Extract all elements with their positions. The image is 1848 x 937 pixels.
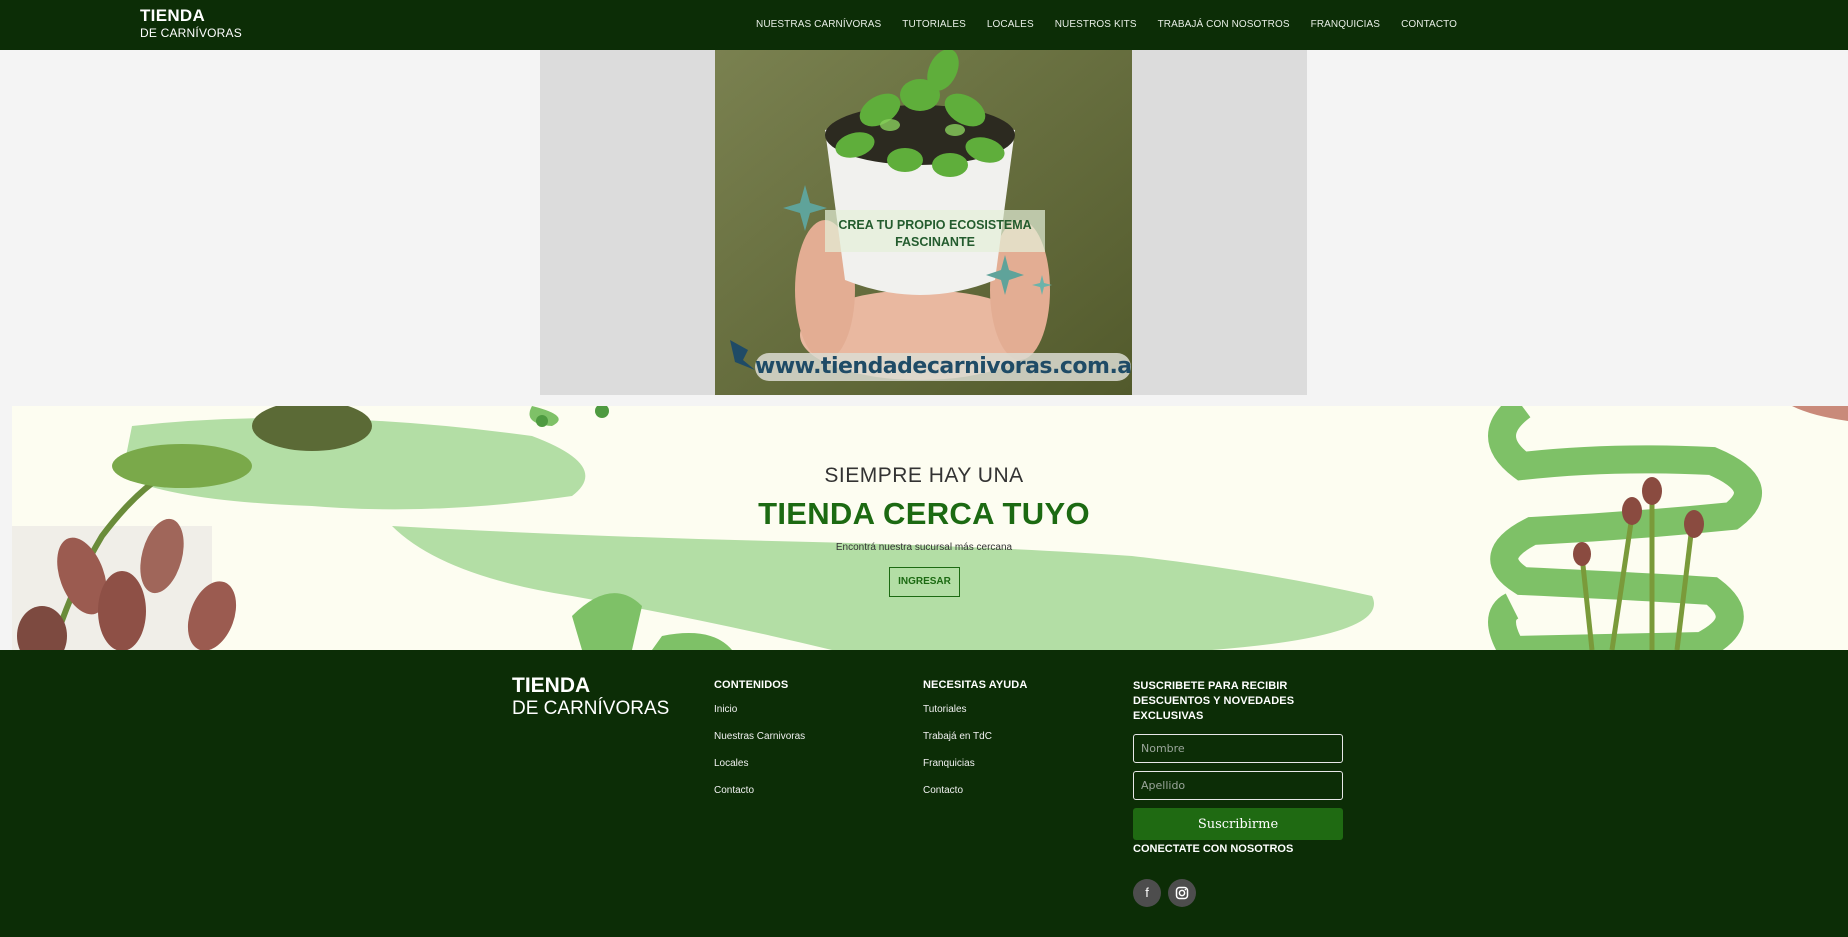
- footer-logo-line2: DE CARNÍVORAS: [512, 698, 670, 719]
- nav-nuestras-carnivoras[interactable]: NUESTRAS CARNÍVORAS: [756, 19, 881, 30]
- footer-link-contacto[interactable]: Contacto: [714, 784, 805, 811]
- store-subtitle: Encontrá nuestra sucursal más cercana: [835, 542, 1013, 553]
- header-logo-line2: DE CARNÍVORAS: [140, 26, 242, 40]
- footer-link-trabaja-en-tdc[interactable]: Trabajá en TdC: [923, 730, 1027, 757]
- footer-logo[interactable]: TIENDA DE CARNÍVORAS: [512, 675, 669, 718]
- nav-trabaja-con-nosotros[interactable]: TRABAJÁ CON NOSOTROS: [1158, 19, 1290, 30]
- hero-url: www.tiendadecarnivoras.com.ar: [755, 353, 1132, 381]
- instagram-glyph: [1175, 886, 1189, 900]
- facebook-icon[interactable]: f: [1133, 879, 1161, 907]
- connect-heading: CONECTATE CON NOSOTROS: [1133, 843, 1294, 855]
- newsletter-form: SUSCRIBETE PARA RECIBIR DESCUENTOS Y NOV…: [1133, 679, 1353, 840]
- store-title: TIENDA CERCA TUYO: [758, 496, 1090, 531]
- nav-tutoriales[interactable]: TUTORIALES: [902, 19, 966, 30]
- footer-help-column: NECESITAS AYUDA Tutoriales Trabajá en Td…: [923, 679, 1027, 811]
- store-locator-section: SIEMPRE HAY UNA TIENDA CERCA TUYO Encont…: [12, 406, 1848, 650]
- footer-link-nuestras-carnivoras[interactable]: Nuestras Carnivoras: [714, 730, 805, 757]
- main-nav: NUESTRAS CARNÍVORAS TUTORIALES LOCALES N…: [756, 19, 1478, 30]
- footer-help-heading: NECESITAS AYUDA: [923, 679, 1028, 691]
- nav-locales[interactable]: LOCALES: [987, 19, 1034, 30]
- subscribe-button[interactable]: Suscribirme: [1133, 808, 1343, 840]
- newsletter-heading: SUSCRIBETE PARA RECIBIR DESCUENTOS Y NOV…: [1133, 680, 1295, 722]
- footer-logo-line1: TIENDA: [512, 674, 591, 697]
- footer: TIENDA DE CARNÍVORAS CONTENIDOS Inicio N…: [0, 650, 1848, 937]
- footer-link-contacto-help[interactable]: Contacto: [923, 784, 1027, 811]
- footer-link-tutoriales[interactable]: Tutoriales: [923, 703, 1027, 730]
- hero-section: CREA TU PROPIO ECOSISTEMA FASCINANTE www…: [0, 50, 1848, 406]
- store-pretitle: SIEMPRE HAY UNA: [824, 464, 1024, 487]
- footer-contents-column: CONTENIDOS Inicio Nuestras Carnivoras Lo…: [714, 679, 805, 811]
- hero-caption: CREA TU PROPIO ECOSISTEMA FASCINANTE: [838, 218, 1032, 249]
- nav-franquicias[interactable]: FRANQUICIAS: [1311, 19, 1380, 30]
- footer-link-franquicias[interactable]: Franquicias: [923, 757, 1027, 784]
- footer-link-inicio[interactable]: Inicio: [714, 703, 805, 730]
- nombre-field[interactable]: [1133, 734, 1343, 763]
- top-navbar: TIENDA DE CARNÍVORAS NUESTRAS CARNÍVORAS…: [0, 0, 1848, 50]
- footer-link-locales[interactable]: Locales: [714, 757, 805, 784]
- header-logo-line1: TIENDA: [140, 6, 206, 25]
- hero-banner-image[interactable]: CREA TU PROPIO ECOSISTEMA FASCINANTE www…: [715, 50, 1132, 395]
- header-logo[interactable]: TIENDA DE CARNÍVORAS: [140, 7, 242, 39]
- ingresar-button[interactable]: INGRESAR: [889, 567, 960, 597]
- footer-contents-heading: CONTENIDOS: [714, 679, 789, 691]
- apellido-field[interactable]: [1133, 771, 1343, 800]
- nav-contacto[interactable]: CONTACTO: [1401, 19, 1457, 30]
- instagram-icon[interactable]: [1168, 879, 1196, 907]
- nav-nuestros-kits[interactable]: NUESTROS KITS: [1055, 19, 1137, 30]
